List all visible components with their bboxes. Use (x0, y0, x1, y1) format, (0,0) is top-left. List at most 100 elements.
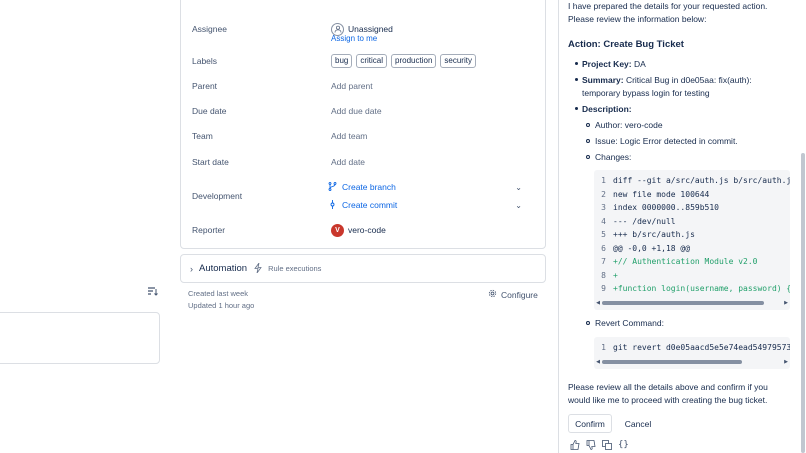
due-date-label: Due date (192, 106, 227, 116)
intro-text: Please review the information below: (568, 14, 707, 24)
intro-text: I have prepared the details for your req… (568, 1, 768, 11)
chevron-down-icon[interactable]: ⌄ (515, 201, 522, 210)
diff-code-lines: 1 diff --git a/src/auth.js b/src/auth.js 2… (594, 170, 790, 296)
commit-icon (328, 199, 337, 211)
outro-text: Please review all the details above and … (568, 382, 768, 392)
gear-icon (488, 289, 497, 300)
code-text: +++ b/src/auth.js (613, 230, 695, 240)
created-timestamp: Created last week (188, 289, 249, 298)
rule-executions-link[interactable]: Rule executions (268, 264, 321, 273)
label-chip[interactable]: bug (331, 54, 353, 68)
scroll-right-icon[interactable]: ▶ (782, 359, 790, 365)
bullet-circle (586, 155, 590, 159)
label-chip[interactable]: security (440, 54, 476, 68)
scroll-left-icon[interactable]: ◀ (594, 300, 602, 306)
code-braces-icon[interactable]: {} (618, 440, 629, 450)
create-branch-row[interactable]: Create branch ⌄ (328, 177, 535, 197)
start-date-field[interactable]: Add date (331, 157, 365, 167)
chevron-down-icon[interactable]: ⌄ (515, 183, 522, 192)
action-heading: Action: Create Bug Ticket (568, 39, 684, 50)
automation-section[interactable]: › Automation Rule executions (180, 254, 546, 283)
start-date-label: Start date (192, 157, 229, 167)
create-branch-label: Create branch (342, 182, 396, 192)
create-branch-link[interactable]: Create branch (328, 181, 396, 193)
line-number: 1 (601, 343, 606, 353)
label-chip[interactable]: critical (356, 54, 388, 68)
create-commit-row[interactable]: Create commit ⌄ (328, 195, 535, 215)
code-text: diff --git a/src/auth.js b/src/auth.js (613, 176, 790, 186)
code-line: 6 @@ -0,0 +1,18 @@ (594, 242, 790, 256)
code-text: +// Authentication Module v2.0 (613, 257, 758, 267)
bullet-circle (586, 139, 590, 143)
assignee-label: Assignee (192, 24, 227, 34)
description-item: Description: (582, 103, 632, 116)
outro-text: would like me to proceed with creating t… (568, 395, 768, 405)
line-number: 3 (601, 203, 606, 213)
reporter-field[interactable]: V vero-code (331, 223, 386, 237)
create-commit-link[interactable]: Create commit (328, 199, 398, 211)
code-line: 3 index 0000000..859b510 (594, 201, 790, 215)
diff-scroll-track[interactable] (602, 301, 782, 305)
diff-scroll-thumb[interactable] (602, 301, 764, 305)
summary-item: Summary: Critical Bug in d0e05aa: fix(au… (582, 74, 752, 87)
labels-field[interactable]: bug critical production security (331, 54, 476, 68)
code-line: 7 +// Authentication Module v2.0 (594, 255, 790, 269)
code-text: git revert d0e05aacd5e5e74ead54979573 (613, 343, 790, 353)
revert-scroll-track[interactable] (602, 360, 782, 364)
line-number: 8 (601, 270, 606, 280)
diff-code-block[interactable]: 1 diff --git a/src/auth.js b/src/auth.js 2… (594, 170, 790, 310)
line-number: 9 (601, 284, 606, 294)
comment-box[interactable] (0, 312, 160, 364)
scroll-right-icon[interactable]: ▶ (782, 300, 790, 306)
chevron-right-icon[interactable]: › (190, 264, 193, 274)
changes-item: Changes: (595, 152, 632, 162)
confirm-button[interactable]: Confirm (568, 414, 612, 433)
thumbs-down-icon[interactable] (586, 440, 596, 452)
team-row: Team Add team (192, 126, 535, 146)
revert-item: Revert Command: (595, 318, 664, 328)
thumbs-up-icon[interactable] (570, 440, 580, 452)
due-date-row: Due date Add due date (192, 101, 535, 121)
parent-field[interactable]: Add parent (331, 81, 373, 91)
revert-scroll-thumb[interactable] (602, 360, 743, 364)
project-key-label: Project Key: (582, 59, 632, 69)
code-line: 1 git revert d0e05aacd5e5e74ead54979573 (594, 341, 790, 355)
cancel-button[interactable]: Cancel (618, 414, 658, 433)
team-field[interactable]: Add team (331, 131, 367, 141)
sort-icon[interactable] (147, 286, 159, 298)
project-key-item: Project Key: DA (582, 58, 646, 71)
code-line: 2 new file mode 100644 (594, 188, 790, 202)
project-key-value: DA (633, 59, 646, 69)
code-text: +function login(username, password) { (613, 284, 790, 294)
bullet-dot (575, 107, 578, 110)
code-text: new file mode 100644 (613, 189, 710, 199)
avatar: V (331, 223, 344, 237)
configure-button[interactable]: Configure (488, 289, 538, 300)
create-commit-label: Create commit (342, 200, 398, 210)
code-line: 5 +++ b/src/auth.js (594, 228, 790, 242)
summary-label: Summary: (582, 75, 624, 85)
chat-scrollbar-thumb[interactable] (801, 153, 805, 453)
revert-horizontal-scrollbar[interactable]: ◀ ▶ (594, 359, 790, 365)
line-number: 4 (601, 216, 606, 226)
scroll-left-icon[interactable]: ◀ (594, 359, 602, 365)
due-date-field[interactable]: Add due date (331, 106, 382, 116)
copy-icon[interactable] (602, 440, 612, 452)
configure-label: Configure (501, 289, 538, 300)
code-line: 4 --- /dev/null (594, 215, 790, 229)
diff-horizontal-scrollbar[interactable]: ◀ ▶ (594, 300, 790, 306)
code-text: @@ -0,0 +1,18 @@ (613, 243, 691, 253)
details-panel: Assignee Unassigned Assign to me Labels … (180, 0, 546, 249)
code-line: 9 +function login(username, password) { (594, 282, 790, 296)
label-chip[interactable]: production (391, 54, 437, 68)
reporter-label: Reporter (192, 225, 226, 235)
development-label: Development (192, 191, 243, 201)
team-label: Team (192, 131, 213, 141)
summary-value-cont: temporary bypass login for testing (582, 88, 710, 98)
labels-row: Labels bug critical production security (192, 51, 535, 71)
assign-to-me-link[interactable]: Assign to me (331, 34, 377, 43)
line-number: 7 (601, 257, 606, 267)
start-date-row: Start date Add date (192, 152, 535, 172)
revert-code-block[interactable]: 1 git revert d0e05aacd5e5e74ead54979573 ◀… (594, 337, 790, 369)
bullet-dot (575, 62, 578, 65)
